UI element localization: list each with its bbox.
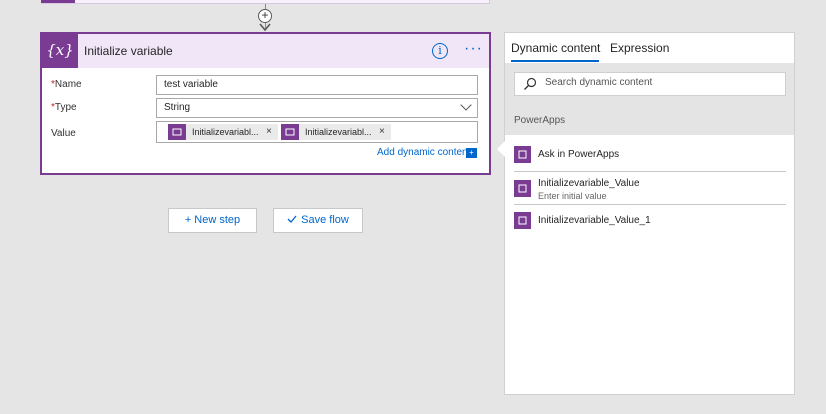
card-title: Initialize variable (84, 44, 173, 58)
chevron-down-icon[interactable] (460, 99, 472, 111)
token-label: Initializevariabl... (305, 127, 372, 137)
info-icon[interactable]: i (432, 43, 448, 59)
dynamic-content-panel: Dynamic content Expression PowerApps Ask… (497, 32, 795, 395)
insert-step-icon[interactable]: + (258, 9, 272, 23)
search-input[interactable] (545, 77, 775, 88)
list-item[interactable]: Ask in PowerApps (514, 146, 786, 168)
divider (514, 171, 786, 172)
save-flow-button[interactable]: Save flow (273, 208, 363, 233)
new-step-button[interactable]: + New step (168, 208, 257, 233)
name-field[interactable]: test variable (156, 75, 478, 95)
type-label: *Type (51, 102, 77, 113)
dynamic-token[interactable]: Initializevariabl... × (281, 124, 391, 140)
close-icon[interactable]: × (266, 124, 272, 140)
dynamic-token[interactable]: Initializevariabl... × (168, 124, 278, 140)
more-options-icon[interactable]: ··· (464, 40, 484, 60)
active-tab-indicator (511, 60, 599, 62)
variable-icon: {x} (42, 34, 78, 68)
name-label: *Name (51, 79, 82, 90)
tab-expression[interactable]: Expression (610, 41, 669, 55)
powerapps-icon (168, 124, 186, 140)
type-select[interactable]: String (156, 98, 478, 118)
value-label: Value (51, 128, 76, 139)
list-item[interactable]: Initializevariable_Value_1 (514, 212, 786, 234)
list-item[interactable]: Initializevariable_Value Enter initial v… (514, 178, 786, 204)
search-icon (524, 77, 537, 90)
type-selected-value: String (164, 102, 191, 113)
powerapps-icon (514, 146, 531, 163)
search-box[interactable] (514, 72, 786, 96)
powerapps-icon (514, 212, 531, 229)
search-area (505, 63, 794, 107)
token-label: Initializevariabl... (192, 127, 259, 137)
checkmark-icon (287, 215, 297, 223)
initialize-variable-card: {x} Initialize variable i ··· *Name test… (40, 32, 491, 175)
item-label: Ask in PowerApps (538, 149, 620, 160)
item-label: Initializevariable_Value_1 (538, 215, 651, 226)
add-dynamic-icon[interactable]: + (466, 148, 477, 158)
arrow-down-icon (259, 23, 271, 32)
powerapps-icon (514, 180, 531, 197)
tab-dynamic-content[interactable]: Dynamic content (511, 41, 600, 55)
panel-pointer (497, 141, 505, 157)
add-dynamic-content-link[interactable]: Add dynamic content (377, 147, 470, 158)
powerapps-icon (281, 124, 299, 140)
previous-step-card[interactable] (41, 0, 490, 4)
item-label: Initializevariable_Value (538, 178, 640, 189)
save-flow-label: Save flow (301, 214, 349, 226)
divider (514, 204, 786, 205)
value-field[interactable]: Initializevariabl... × Initializevariabl… (156, 121, 478, 143)
close-icon[interactable]: × (379, 124, 385, 140)
card-header[interactable]: {x} Initialize variable i ··· (42, 34, 489, 68)
section-header-powerapps: PowerApps (505, 107, 794, 135)
item-description: Enter initial value (538, 191, 607, 201)
